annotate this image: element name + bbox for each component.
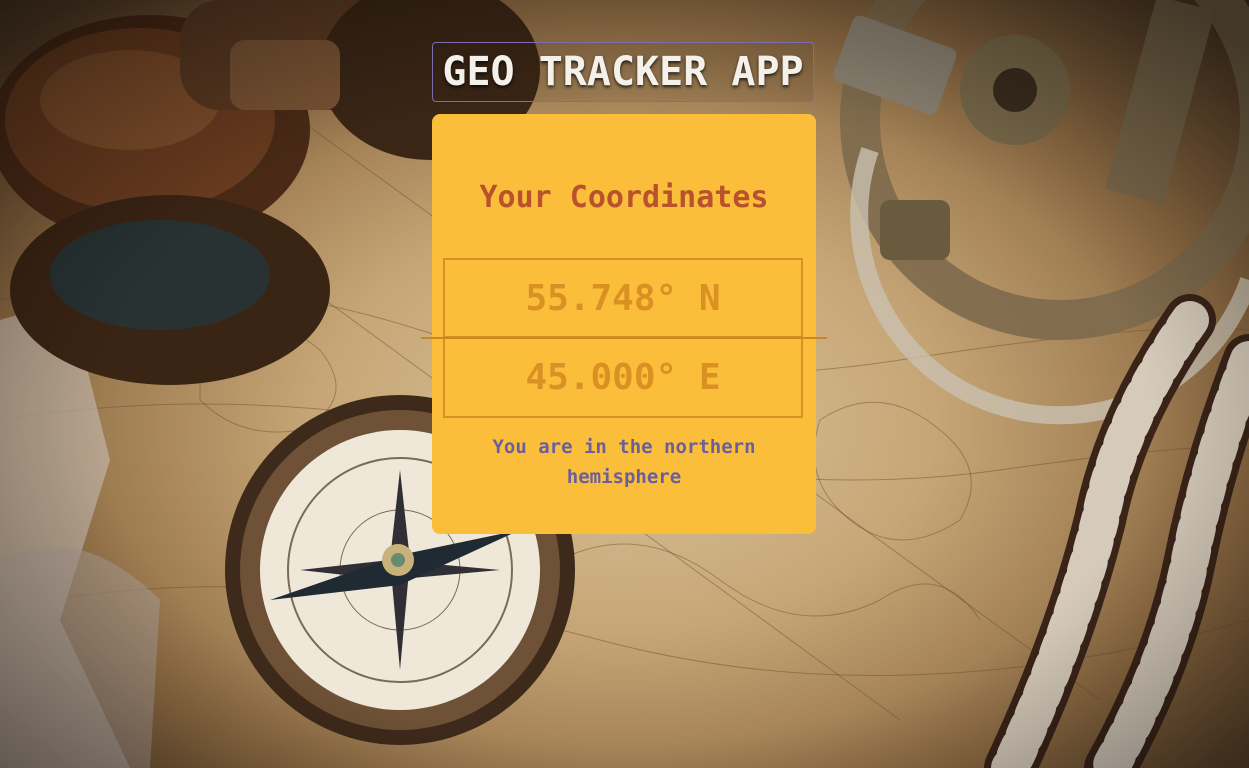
coordinates-card: Your Coordinates 55.748° N 45.000° E You… — [432, 114, 816, 534]
card-heading: Your Coordinates — [479, 180, 769, 215]
crosshair-line — [421, 337, 827, 339]
longitude-value: 45.000° E — [525, 356, 721, 398]
app-title: GEO TRACKER APP — [432, 42, 814, 102]
latitude-value: 55.748° N — [525, 277, 721, 319]
hemisphere-message: You are in the northern hemisphere — [492, 436, 756, 488]
longitude-display: 45.000° E — [443, 338, 803, 418]
latitude-display: 55.748° N — [443, 258, 803, 338]
